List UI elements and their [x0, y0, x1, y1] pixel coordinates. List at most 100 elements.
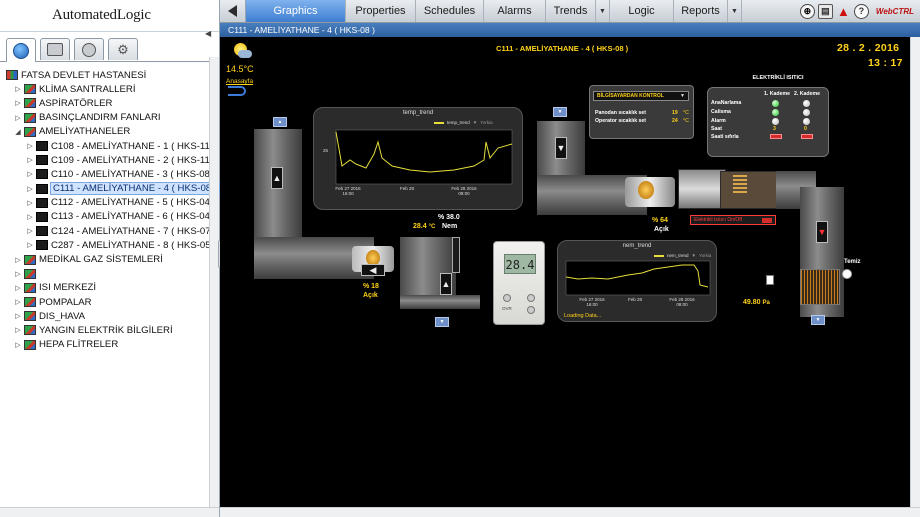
collapsed-toggle-icon[interactable]: ▷ [26, 170, 34, 178]
heater-element-icon [733, 175, 747, 193]
thermostat-up-button[interactable] [527, 294, 535, 302]
humidity-trend-chart[interactable]: nem_trend nem_trend ▼ Yorkia Feb 27 2016 … [557, 240, 717, 322]
collapsed-toggle-icon[interactable]: ▷ [26, 241, 34, 249]
tab-trends[interactable]: Trends [546, 0, 596, 22]
expanded-toggle-icon[interactable]: ◢ [14, 128, 22, 136]
collapsed-toggle-icon[interactable]: ▷ [26, 142, 34, 150]
collapsed-toggle-icon[interactable]: ▷ [26, 156, 34, 164]
tree-item-group[interactable]: ▷ BASINÇLANDIRM FANLARI [4, 111, 219, 125]
collapsed-toggle-icon[interactable]: ▷ [26, 227, 34, 235]
tree-item-group[interactable]: ▷ MEDİKAL GAZ SİSTEMLERİ [4, 252, 219, 266]
collapsed-toggle-icon[interactable]: ▷ [14, 312, 22, 320]
folder-icon [24, 84, 36, 95]
print-icon[interactable]: ▤ [817, 3, 833, 19]
thermostat-down-button[interactable] [527, 306, 535, 314]
network-tab[interactable] [40, 38, 70, 60]
return-air-grille-icon: ▲ [273, 117, 287, 127]
graphic-vertical-scrollbar[interactable] [910, 37, 920, 507]
tree-item-group[interactable]: ▷ YANGIN ELEKTRİK BİLGİLERİ [4, 323, 219, 337]
tree-item-room[interactable]: ▷ C113 - AMELİYATHANE - 6 ( HKS-04 ) [4, 210, 219, 224]
collapsed-toggle-icon[interactable]: ▷ [14, 256, 22, 264]
tab-reports[interactable]: Reports [674, 0, 728, 22]
help-icon[interactable]: ? [853, 3, 869, 19]
stage1-reset-button[interactable] [770, 134, 782, 139]
elec-row-4: Saat [711, 126, 722, 132]
tree-item-group[interactable]: ▷ ASPİRATÖRLER [4, 96, 219, 110]
tree-item-room[interactable]: ▷ C110 - AMELİYATHANE - 3 ( HKS-08 ) [4, 167, 219, 181]
nem-x-tick-1: Feb 27 2016 16:00 [579, 297, 605, 307]
stage2-reset-button[interactable] [801, 134, 813, 139]
loading-data-label: Loading Data... [564, 313, 602, 319]
tree-root[interactable]: FATSA DEVLET HASTANESİ [4, 68, 219, 82]
alarm-warning-icon[interactable]: ▲ [836, 4, 851, 19]
tree-item-room[interactable]: ▷ C124 - AMELİYATHANE - 7 ( HKS-07 ) [4, 224, 219, 238]
building-icon [6, 70, 18, 81]
home-link[interactable]: Anasayfa [226, 78, 253, 85]
collapsed-toggle-icon[interactable]: ▷ [14, 99, 22, 107]
collapsed-toggle-icon[interactable]: ▷ [14, 85, 22, 93]
tree-view-tabs: ⚙ [0, 38, 219, 62]
collapsed-toggle-icon[interactable]: ▷ [26, 185, 34, 193]
tree-item-label: KLİMA SANTRALLERİ [39, 83, 136, 95]
tree-item-room[interactable]: ▷ C287 - AMELİYATHANE - 8 ( HKS-05 ) [4, 238, 219, 252]
current-date: 28 . 2 . 2016 [837, 42, 900, 54]
tree-horizontal-scrollbar[interactable] [0, 507, 219, 517]
tree-item-group[interactable]: ▷ DIS_HAVA [4, 309, 219, 323]
zoom-icon[interactable]: ⊕ [799, 3, 815, 19]
collapsed-toggle-icon[interactable]: ▷ [26, 213, 34, 221]
home-arrow-icon[interactable] [228, 86, 246, 96]
supply-down-arrow: ▼ [816, 221, 828, 243]
trends-dropdown-icon[interactable]: ▼ [596, 0, 610, 22]
tree-item-group[interactable]: ▷ ISI MERKEZİ [4, 281, 219, 295]
stage1-hours: 3 [773, 126, 776, 132]
room-icon [36, 240, 48, 251]
room-thermostat[interactable]: 28.4 OVR [493, 241, 545, 325]
tree-item-room[interactable]: ▷ C108 - AMELİYATHANE - 1 ( HKS-11 ) [4, 139, 219, 153]
tab-alarms[interactable]: Alarms [484, 0, 546, 22]
webctrl-logo: WebCTRL [875, 6, 914, 16]
control-mode-select[interactable]: BİLGİSAYARDAN KONTROL ▼ [593, 91, 689, 101]
collapsed-toggle-icon[interactable]: ▷ [14, 298, 22, 306]
tree-item-label: ISI MERKEZİ [39, 282, 97, 294]
temp-trend-chart[interactable]: temp_trend temp_trend ▼ Yorkia 25 Feb 27 … [313, 107, 523, 210]
thermostat-button[interactable] [503, 294, 511, 302]
room-icon [36, 169, 48, 180]
collapse-arrow-icon[interactable]: ◀ [205, 29, 215, 38]
geographic-tab[interactable] [6, 38, 36, 62]
collapsed-toggle-icon[interactable]: ▷ [14, 114, 22, 122]
tree-item-group[interactable]: ▷ KLİMA SANTRALLERİ [4, 82, 219, 96]
collapsed-toggle-icon[interactable]: ▷ [14, 341, 22, 349]
return-airflow-arrow: ▲ [271, 167, 283, 189]
reports-dropdown-icon[interactable]: ▼ [728, 0, 742, 22]
tree-item-group[interactable]: ▷ [4, 267, 219, 281]
tree-item-room[interactable]: ▷ C109 - AMELİYATHANE - 2 ( HKS-11 ) [4, 153, 219, 167]
collapsed-toggle-icon[interactable]: ▷ [14, 270, 22, 278]
tab-schedules[interactable]: Schedules [416, 0, 484, 22]
toolbar-icons: ⊕ ▤ ▲ ? WebCTRL [742, 0, 920, 22]
tree-item-group[interactable]: ◢ AMELİYATHANELER [4, 125, 219, 139]
folder-icon [24, 325, 36, 336]
nem-x-tick-2: Feb 28 [627, 297, 642, 302]
tab-graphics[interactable]: Graphics [246, 0, 346, 22]
graphic-horizontal-scrollbar[interactable] [220, 507, 920, 517]
panel-setpoint-label: Panodan sıcaklık set [595, 110, 647, 116]
tree-item-group[interactable]: ▷ HEPA FLİTRELER [4, 338, 219, 352]
collapsed-toggle-icon[interactable]: ▷ [14, 284, 22, 292]
collapsed-toggle-icon[interactable]: ▷ [26, 199, 34, 207]
tree-item-group[interactable]: ▷ POMPALAR [4, 295, 219, 309]
supply-airflow-arrow: ▲ [440, 273, 452, 295]
tab-properties[interactable]: Properties [346, 0, 416, 22]
schedule-tab[interactable] [74, 38, 104, 60]
hepa-filter [800, 269, 840, 305]
tree-vertical-scrollbar[interactable] [209, 57, 219, 507]
supply-duct-bottom [400, 295, 480, 309]
tree-item-room[interactable]: ▷ C112 - AMELİYATHANE - 5 ( HKS-04 ) [4, 196, 219, 210]
back-button[interactable] [220, 0, 246, 22]
tree-item-room[interactable]: ▷ C111 - AMELİYATHANE - 4 ( HKS-08 ) [4, 182, 221, 196]
tree-item-label: C111 - AMELİYATHANE - 4 ( HKS-08 ) [49, 182, 221, 196]
tab-logic[interactable]: Logic [610, 0, 674, 22]
heater-onoff-toggle[interactable]: Elektrikli Isıtıcı On/Off [690, 215, 776, 225]
collapsed-toggle-icon[interactable]: ▷ [14, 326, 22, 334]
operator-setpoint-value[interactable]: 24 [672, 118, 678, 124]
config-tab[interactable]: ⚙ [108, 38, 138, 60]
